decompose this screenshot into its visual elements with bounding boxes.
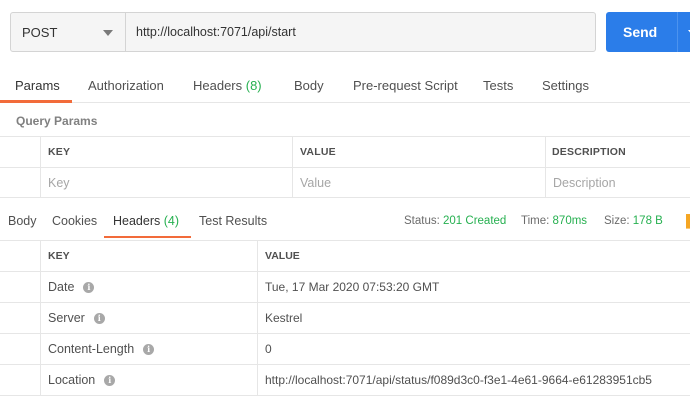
table-row: Server i Kestrel — [0, 303, 690, 334]
header-key: Server i — [48, 303, 105, 334]
header-key-text: Server — [48, 311, 85, 325]
header-key: Location i — [48, 365, 116, 396]
size-indicator: Size: 178 B — [604, 204, 663, 238]
tab-label: Cookies — [52, 214, 98, 228]
send-label: Send — [623, 24, 658, 40]
tab-count: (4) — [163, 214, 180, 228]
tab-label: Pre-request Script — [353, 78, 458, 93]
header-key: Date i — [48, 272, 95, 303]
tab-settings[interactable]: Settings — [542, 68, 589, 103]
tab-label: Body — [294, 78, 324, 93]
query-params-title: Query Params — [16, 114, 98, 128]
time-label: Time: — [521, 215, 550, 227]
tab-label: Settings — [542, 78, 589, 93]
status-value[interactable]: 201 Created — [443, 215, 506, 227]
time-indicator: Time: 870ms — [521, 204, 587, 238]
tab-label: Authorization — [88, 78, 164, 93]
send-divider — [677, 12, 678, 52]
table-row: Date i Tue, 17 Mar 2020 07:53:20 GMT — [0, 272, 690, 303]
tab-pre-request-script[interactable]: Pre-request Script — [353, 68, 458, 103]
table-row: Content-Length i 0 — [0, 334, 690, 365]
header-value: Tue, 17 Mar 2020 07:53:20 GMT — [265, 280, 440, 294]
info-icon[interactable]: i — [104, 375, 116, 386]
status-label: Status: — [404, 215, 440, 227]
time-value[interactable]: 870ms — [553, 215, 588, 227]
table-header-row: KEY VALUE DESCRIPTION — [0, 137, 690, 168]
method-select[interactable]: POST — [10, 12, 126, 52]
tab-label: Tests — [483, 78, 514, 93]
tab-label: Body — [8, 214, 37, 228]
save-response-icon[interactable]: ▌ — [686, 214, 690, 228]
tab-label: Headers — [113, 214, 164, 228]
info-icon[interactable]: i — [83, 282, 95, 293]
column-header-key: KEY — [48, 250, 70, 262]
active-tab-indicator — [0, 100, 72, 103]
active-tab-indicator — [104, 236, 191, 238]
method-value: POST — [22, 24, 58, 40]
response-tab-body[interactable]: Body — [8, 204, 37, 238]
request-bar: POST http://localhost:7071/api/start Sen… — [10, 12, 690, 52]
response-tab-test-results[interactable]: Test Results — [199, 204, 267, 238]
tab-params[interactable]: Params — [15, 68, 60, 103]
url-value: http://localhost:7071/api/start — [136, 25, 296, 39]
response-tab-headers[interactable]: Headers (4) — [113, 204, 179, 238]
info-icon[interactable]: i — [93, 313, 105, 324]
header-key-text: Content-Length — [48, 342, 135, 356]
tab-label: Test Results — [199, 214, 268, 228]
column-header-key: KEY — [48, 146, 71, 158]
header-key-text: Location — [48, 373, 96, 387]
table-row: Location i http://localhost:7071/api/sta… — [0, 365, 690, 396]
tab-count: (8) — [245, 78, 262, 93]
request-tabs: Params Authorization Headers (8) Body Pr… — [0, 68, 690, 103]
query-params-table: KEY VALUE DESCRIPTION Key Value Descript… — [0, 136, 690, 198]
description-input[interactable]: Description — [553, 168, 616, 198]
response-tab-cookies[interactable]: Cookies — [52, 204, 97, 238]
header-key-text: Date — [48, 280, 75, 294]
tab-authorization[interactable]: Authorization — [88, 68, 164, 103]
header-key: Content-Length i — [48, 334, 155, 365]
size-value[interactable]: 178 B — [633, 215, 663, 227]
column-header-description: DESCRIPTION — [552, 146, 626, 158]
response-tabs: Body Cookies Headers (4) Test Results St… — [0, 204, 690, 238]
tab-headers[interactable]: Headers (8) — [193, 68, 262, 103]
key-input[interactable]: Key — [48, 168, 70, 198]
column-header-value: VALUE — [300, 146, 336, 158]
send-button[interactable]: Send — [606, 12, 690, 52]
table-header-row: KEY VALUE — [0, 241, 690, 272]
header-value: http://localhost:7071/api/status/f089d3c… — [265, 373, 652, 387]
value-input[interactable]: Value — [300, 168, 331, 198]
url-input[interactable]: http://localhost:7071/api/start — [125, 12, 596, 52]
tab-label: Params — [15, 78, 60, 93]
header-value: Kestrel — [265, 311, 303, 325]
chevron-down-icon — [103, 30, 113, 36]
tab-tests[interactable]: Tests — [483, 68, 513, 103]
table-row: Key Value Description — [0, 168, 690, 199]
size-label: Size: — [604, 215, 630, 227]
info-icon[interactable]: i — [143, 344, 155, 355]
response-headers-table: KEY VALUE Date i Tue, 17 Mar 2020 07:53:… — [0, 240, 690, 396]
tab-body[interactable]: Body — [294, 68, 324, 103]
header-value: 0 — [265, 342, 272, 356]
tab-label: Headers — [193, 78, 246, 93]
column-header-value: VALUE — [265, 250, 300, 262]
status-indicator: Status: 201 Created — [404, 204, 506, 238]
